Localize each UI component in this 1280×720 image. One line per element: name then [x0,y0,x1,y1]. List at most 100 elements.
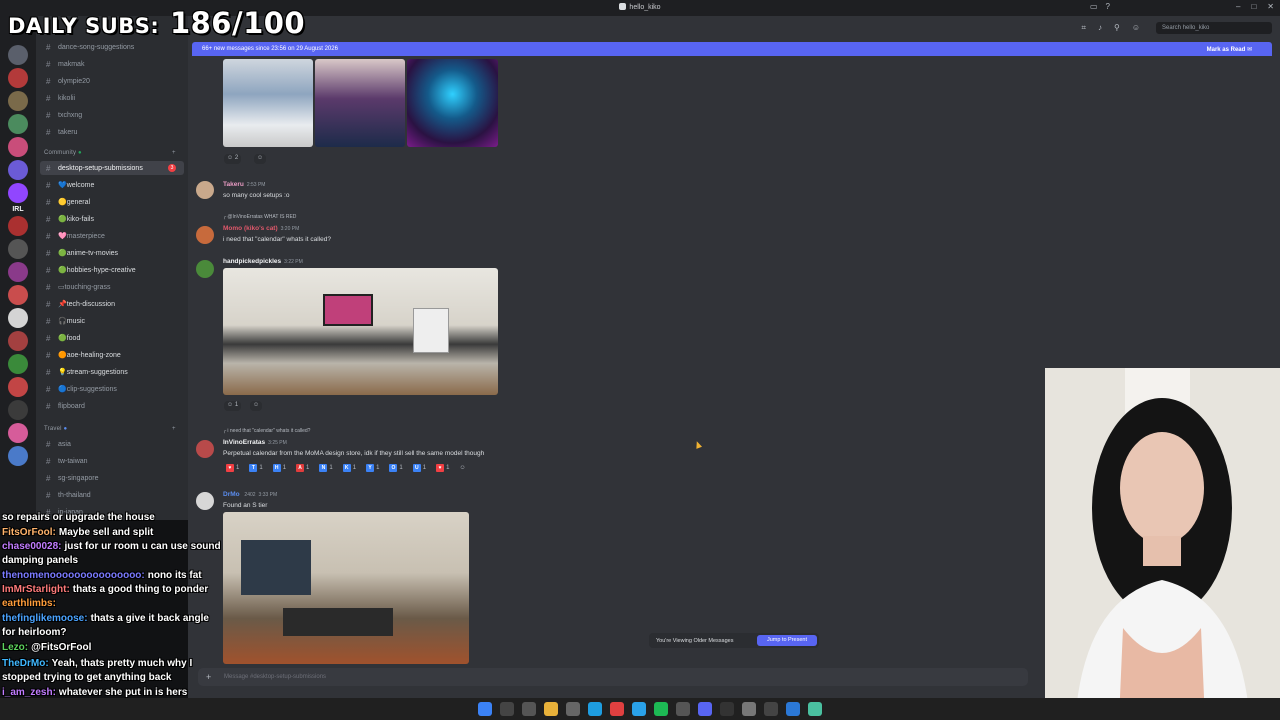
server-icon[interactable] [8,423,28,443]
avatar[interactable] [196,181,214,199]
server-icon[interactable] [8,160,28,180]
channel-item[interactable]: # 📌tech-discussion [46,297,115,311]
spotify-icon[interactable] [654,702,668,716]
server-icon[interactable] [8,114,28,134]
reaction-chip[interactable]: ♥ 1 [223,463,242,473]
app-icon[interactable] [764,702,778,716]
add-channel-icon[interactable]: + [172,150,176,156]
reaction-chip[interactable]: ☺ 2 [224,154,242,164]
search-input[interactable]: Search hello_kiko [1156,22,1272,34]
avatar[interactable] [196,226,214,244]
maximize-button[interactable]: □ [1251,2,1256,11]
app-icon[interactable] [610,702,624,716]
attachment-image[interactable] [223,59,313,147]
reaction-chip[interactable]: O1 [386,463,405,473]
new-messages-banner[interactable]: 66+ new messages since 23:56 on 29 Augus… [192,42,1272,56]
username[interactable]: Takeru 2:53 PM [223,181,265,188]
task-view-icon[interactable] [522,702,536,716]
channel-item[interactable]: # ▭touching-grass [46,280,111,294]
avatar[interactable] [196,260,214,278]
reaction-chip[interactable]: H1 [270,463,289,473]
minimize-button[interactable]: – [1236,2,1240,11]
reaction-chip[interactable]: A1 [293,463,312,473]
add-reaction-button[interactable]: ☺ [250,401,263,411]
app-icon[interactable] [786,702,800,716]
username[interactable]: handpickedpickles 3:22 PM [223,258,303,265]
server-icon[interactable] [8,377,28,397]
edge-icon[interactable] [588,702,602,716]
members-icon[interactable]: ☺ [1132,23,1140,33]
help-icon[interactable]: ? [1106,2,1110,11]
channel-item[interactable]: # 🟢kiko-fails [46,212,94,226]
channel-item[interactable]: # dance-song-suggestions [46,40,134,54]
channel-item[interactable]: # 🩷masterpiece [46,229,105,243]
reaction-chip[interactable]: K1 [340,463,359,473]
category-travel[interactable]: Travel ● + [44,426,176,432]
channel-item[interactable]: # takeru [46,125,77,139]
channel-item[interactable]: # th-thailand [46,488,91,502]
app-icon[interactable] [676,702,690,716]
start-icon[interactable] [478,702,492,716]
app-icon[interactable] [720,702,734,716]
channel-item[interactable]: # olympie20 [46,74,90,88]
channel-item[interactable]: # 🟢hobbies-hype-creative [46,263,136,277]
reply-preview[interactable]: ╭ @InVinoErratas WHAT IS RED [223,214,296,220]
reaction-chip[interactable]: ☺ 1 [224,401,242,411]
server-icon[interactable] [8,68,28,88]
channel-item[interactable]: # 💡stream-suggestions [46,365,128,379]
reaction-chip[interactable]: U1 [410,463,429,473]
twitch-server-icon[interactable] [8,183,28,203]
channel-item[interactable]: # makmak [46,57,84,71]
username[interactable]: InVinoErratas 3:25 PM [223,439,287,446]
channel-item[interactable]: # kikolii [46,91,75,105]
server-icon[interactable] [8,262,28,282]
reply-preview[interactable]: ╭ i need that "calendar" whats it called… [223,428,310,434]
reaction-chip[interactable]: N1 [316,463,335,473]
add-reaction-button[interactable]: ☺ [254,154,267,164]
reaction-chip[interactable]: ♥ 1 [433,463,452,473]
app-icon[interactable] [742,702,756,716]
channel-item-active[interactable]: # desktop-setup-submissions 3 [40,161,184,175]
bell-icon[interactable]: ♪ [1098,23,1102,33]
server-icon[interactable] [8,239,28,259]
reaction-chip[interactable]: T1 [246,463,265,473]
add-channel-icon[interactable]: + [172,426,176,432]
close-button[interactable]: ✕ [1267,2,1274,11]
channel-item[interactable]: # flipboard [46,399,85,413]
message-input[interactable]: + Message #desktop-setup-submissions [198,668,1028,686]
username[interactable]: DrMo 2402 3:33 PM [223,491,277,498]
username[interactable]: Momo (kiko's cat) 3:20 PM [223,225,299,232]
channel-item[interactable]: # 🟠aoe-healing-zone [46,348,121,362]
channel-item[interactable]: # asia [46,437,71,451]
attachment-image[interactable] [223,512,469,664]
server-icon[interactable] [8,354,28,374]
avatar[interactable] [196,492,214,510]
channel-item[interactable]: # sg-singapore [46,471,98,485]
threads-icon[interactable]: ⌗ [1081,23,1086,33]
inbox-icon[interactable]: ▭ [1090,2,1098,11]
server-icon[interactable] [8,137,28,157]
attachment-image[interactable] [223,268,498,395]
search-icon[interactable] [500,702,514,716]
discord-icon[interactable] [698,702,712,716]
mark-as-read-button[interactable]: Mark as Read ✉ [1207,46,1252,53]
reaction-chip[interactable]: Y1 [363,463,382,473]
pin-icon[interactable]: ⚲ [1114,23,1120,33]
channel-item[interactable]: # 🟡general [46,195,90,209]
channel-item[interactable]: # 🎧music [46,314,85,328]
attachment-image[interactable] [407,59,498,147]
channel-item[interactable]: # 🟢food [46,331,80,345]
add-reaction-button[interactable]: ☺ [456,463,468,473]
channel-item[interactable]: # tw-taiwan [46,454,88,468]
server-icon[interactable] [8,45,28,65]
jump-to-present-button[interactable]: Jump to Present [757,635,817,646]
app-icon[interactable] [632,702,646,716]
server-icon[interactable] [8,331,28,351]
attachment-image[interactable] [315,59,405,147]
channel-item[interactable]: # 💙welcome [46,178,94,192]
category-community[interactable]: Community ● + [44,150,176,156]
channel-item[interactable]: # 🟢anime-tv-movies [46,246,118,260]
channel-item[interactable]: # 🔵clip-suggestions [46,382,117,396]
server-icon[interactable] [8,308,28,328]
app-icon[interactable] [808,702,822,716]
